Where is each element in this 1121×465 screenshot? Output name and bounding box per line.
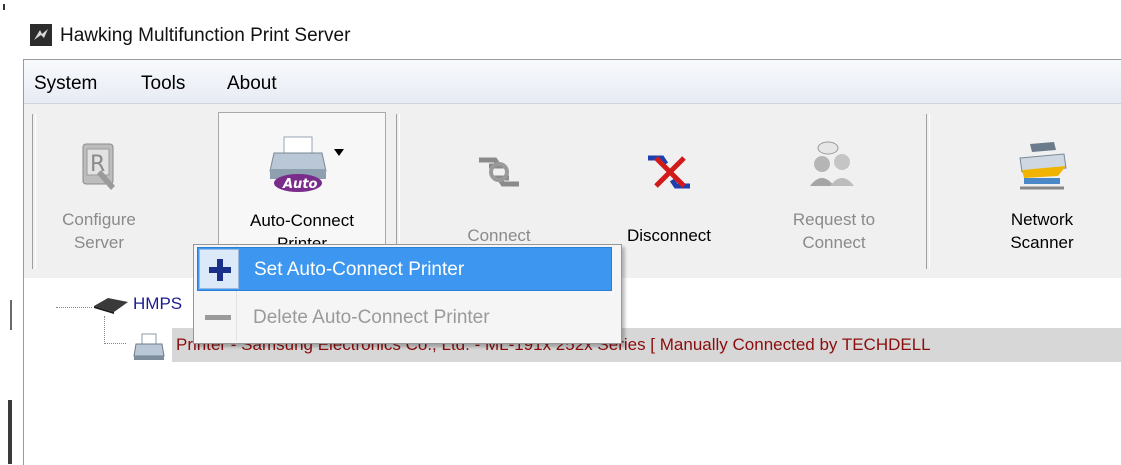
set-auto-connect-printer-label: Set Auto-Connect Printer [254, 259, 465, 280]
minus-icon [205, 315, 231, 320]
window-title: Hawking Multifunction Print Server [60, 25, 351, 46]
network-scanner-label: Network Scanner [1010, 210, 1074, 252]
configure-server-label: Configure Server [62, 210, 136, 252]
request-to-connect-label: Request to Connect [792, 210, 876, 252]
connect-icon [479, 157, 519, 187]
tree-connector [56, 307, 92, 308]
toolbar-grip [32, 114, 36, 269]
tree-connector [104, 316, 105, 344]
app-icon [30, 24, 52, 46]
configure-server-icon: R [82, 143, 115, 190]
menu-about[interactable]: About [227, 73, 277, 95]
tree-connector [104, 343, 126, 344]
disconnect-icon [648, 155, 690, 189]
title-bar: Hawking Multifunction Print Server [0, 0, 1121, 60]
auto-connect-printer-label: Auto-Connect Printer [250, 211, 354, 245]
plus-icon [209, 259, 231, 281]
set-auto-connect-printer-item[interactable]: Set Auto-Connect Printer [197, 247, 612, 291]
menu-bar: System Tools About [24, 60, 1121, 104]
toolbar-separator [926, 114, 930, 269]
disconnect-label: Disconnect [626, 226, 712, 245]
configure-server-button[interactable]: R Configure Server [44, 112, 154, 272]
request-to-connect-button[interactable]: Request to Connect [764, 112, 904, 272]
delete-auto-connect-printer-item[interactable]: Delete Auto-Connect Printer [197, 296, 612, 340]
network-scanner-button[interactable]: Network Scanner [982, 112, 1102, 272]
svg-text:Auto: Auto [282, 177, 318, 192]
disconnect-button[interactable]: Disconnect [604, 112, 734, 272]
window-corner-mark [3, 4, 5, 10]
plus-icon-box [199, 249, 239, 289]
delete-auto-connect-printer-label: Delete Auto-Connect Printer [253, 307, 490, 328]
background-edge [10, 300, 12, 330]
background-edge [8, 400, 12, 464]
server-icon [94, 298, 128, 314]
request-to-connect-icon [810, 141, 854, 186]
auto-connect-printer-icon: Auto [269, 136, 344, 192]
printer-icon [133, 333, 165, 360]
tree-root-hmps[interactable]: HMPS [133, 294, 182, 314]
network-scanner-icon [1019, 142, 1067, 190]
menu-system[interactable]: System [34, 73, 97, 95]
menu-tools[interactable]: Tools [141, 73, 185, 95]
